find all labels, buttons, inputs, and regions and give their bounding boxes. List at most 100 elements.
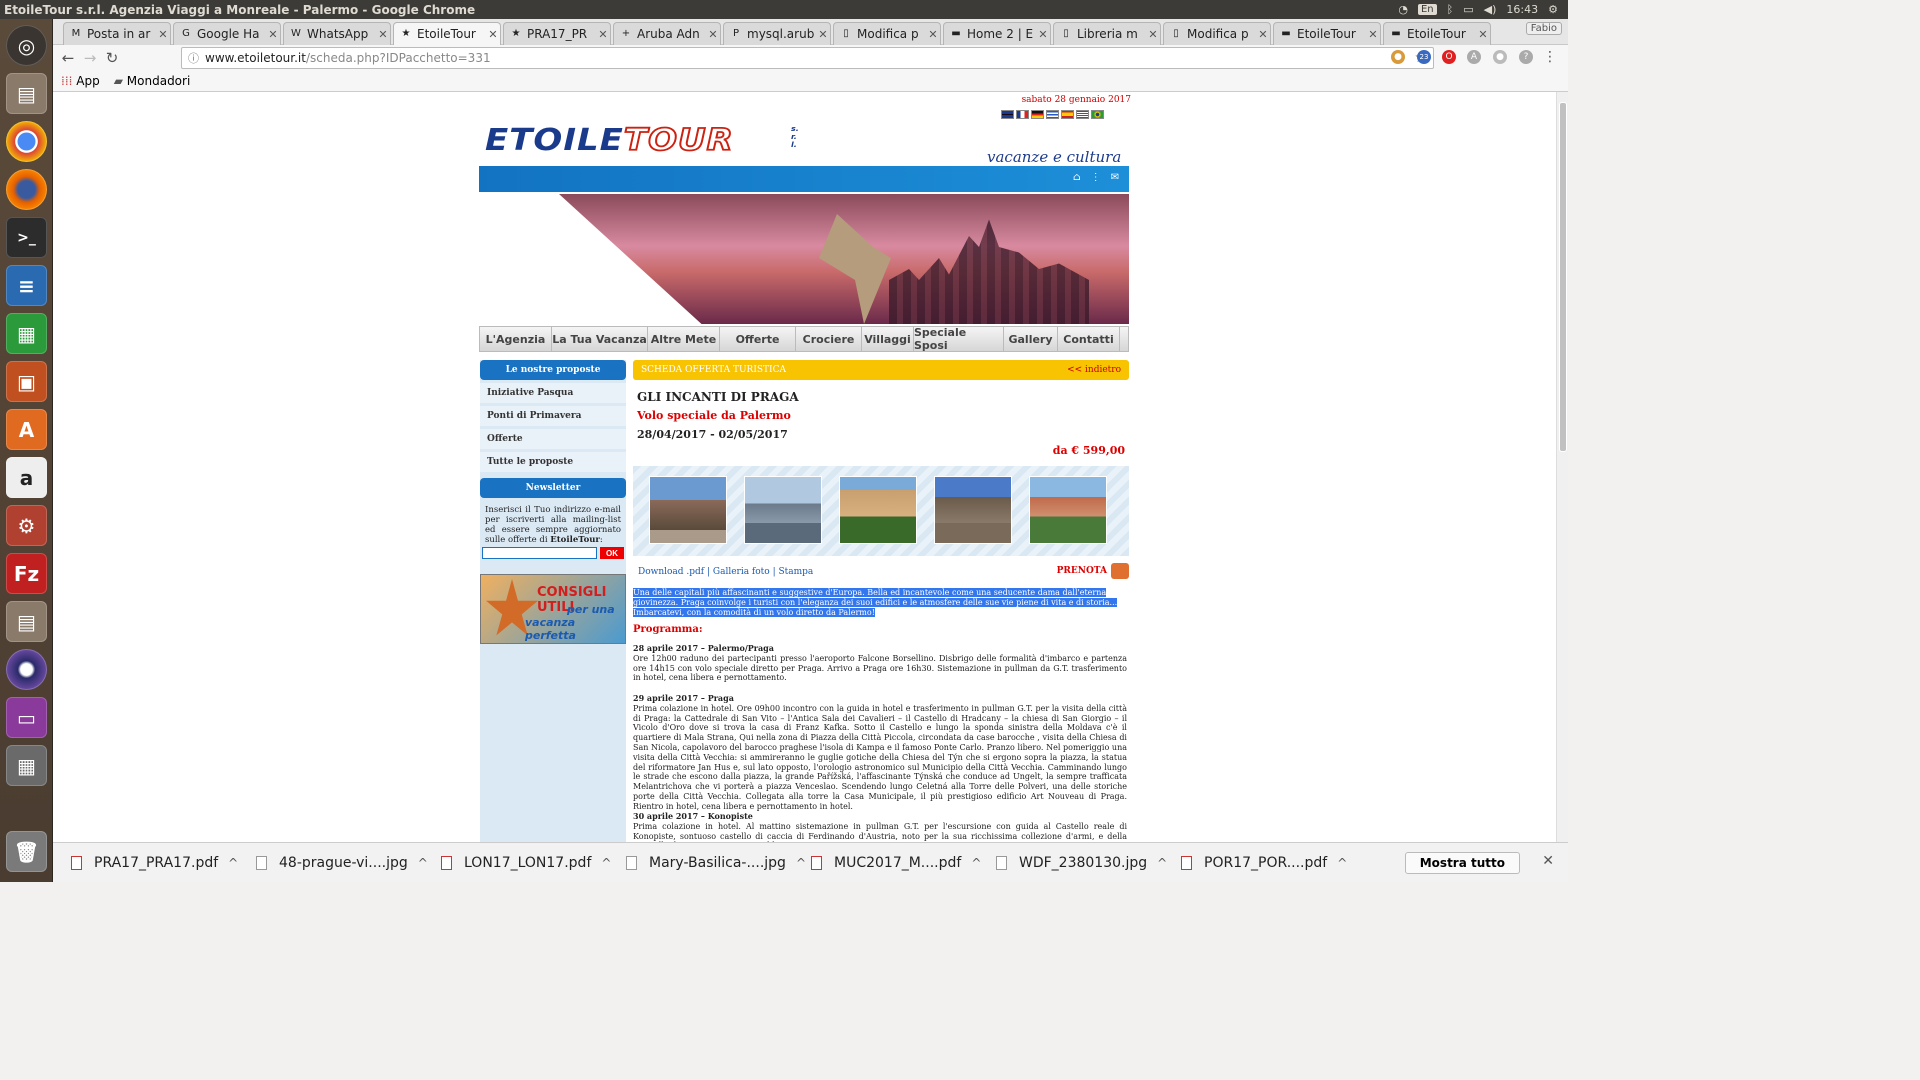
prenota-button[interactable]: PRENOTA — [1057, 563, 1129, 579]
mondadori-folder-bookmark[interactable]: ▰ Mondadori — [114, 74, 191, 88]
amazon-icon[interactable]: a — [6, 457, 47, 498]
writer-icon[interactable]: ≡ — [6, 265, 47, 306]
browser-tab[interactable]: ▯ Libreria m ✕ — [1053, 22, 1161, 45]
close-icon[interactable]: ✕ — [1542, 853, 1554, 869]
browser-tab[interactable]: ▬ Home 2 | E ✕ — [943, 22, 1051, 45]
browser-tab[interactable]: ▬ EtoileTour ✕ — [1383, 22, 1491, 45]
email-extension-icon[interactable]: 23 — [1417, 50, 1431, 64]
newsletter-email-input[interactable] — [482, 547, 597, 559]
sidebar-link[interactable]: Tutte le proposte — [480, 452, 626, 472]
gallery-thumb-cesky-krumlov[interactable] — [1029, 476, 1107, 544]
reload-icon[interactable]: ↻ — [101, 49, 123, 67]
firefox-icon[interactable] — [6, 169, 47, 210]
chevron-up-icon[interactable]: ^ — [1337, 856, 1347, 870]
power-gear-icon[interactable]: ⚙ — [1548, 3, 1558, 16]
files-icon[interactable]: ▤ — [6, 73, 47, 114]
offer-links[interactable]: Download .pdf | Galleria foto | Stampa — [638, 567, 813, 577]
download-item[interactable]: POR17_POR....pdf ^ — [1181, 843, 1347, 883]
browser-tab[interactable]: ▯ Modifica p ✕ — [1163, 22, 1271, 45]
spain-flag-icon[interactable] — [1061, 110, 1074, 119]
tab-close-icon[interactable]: ✕ — [486, 28, 500, 41]
battery-icon[interactable]: ▭ — [1463, 3, 1473, 16]
tab-close-icon[interactable]: ✕ — [1366, 28, 1380, 41]
nav-item[interactable]: Speciale Sposi — [914, 326, 1004, 352]
browser-tab[interactable]: ★ PRA17_PR ✕ — [503, 22, 611, 45]
newsletter-ok-button[interactable]: OK — [600, 547, 624, 559]
back-arrow-icon[interactable]: ← — [57, 49, 79, 67]
gallery-thumb-old-town[interactable] — [649, 476, 727, 544]
tab-close-icon[interactable]: ✕ — [266, 28, 280, 41]
gallery-thumb-castle[interactable] — [839, 476, 917, 544]
grey-extension-icon[interactable]: ● — [1493, 50, 1507, 64]
cookie-extension-icon[interactable]: ● — [1391, 50, 1405, 64]
browser-tab[interactable]: Pmysql.arub ✕ — [723, 22, 831, 45]
sidebar-link[interactable]: Ponti di Primavera — [480, 406, 626, 426]
tab-close-icon[interactable]: ✕ — [1036, 28, 1050, 41]
chevron-up-icon[interactable]: ^ — [228, 856, 238, 870]
trash-icon[interactable]: 🗑 — [6, 831, 47, 872]
show-all-downloads-button[interactable]: Mostra tutto — [1404, 852, 1520, 874]
browser-tab[interactable]: ★ EtoileTour ✕ — [393, 22, 501, 45]
nav-item[interactable]: L'Agenzia — [480, 327, 552, 351]
address-bar[interactable]: ⓘ www.etoiletour.it/scheda.php?IDPacchet… — [181, 47, 1434, 69]
page-scrollbar[interactable] — [1556, 92, 1568, 842]
chevron-up-icon[interactable]: ^ — [796, 856, 806, 870]
nav-item[interactable]: Altre Mete — [648, 327, 720, 351]
chrome-icon[interactable] — [6, 121, 47, 162]
info-icon[interactable]: ⓘ — [188, 50, 199, 66]
nav-item[interactable]: Crociere — [796, 327, 862, 351]
download-item[interactable]: MUC2017_M....pdf ^ — [811, 843, 981, 883]
germany-flag-icon[interactable] — [1031, 110, 1044, 119]
site-logo[interactable]: ETOILETOUR s. r. l. — [485, 121, 799, 159]
tab-close-icon[interactable]: ✕ — [1256, 28, 1270, 41]
wifi-icon[interactable]: ◔ — [1398, 3, 1408, 16]
tab-close-icon[interactable]: ✕ — [376, 28, 390, 41]
gallery-thumb-cathedral[interactable] — [934, 476, 1012, 544]
purple-app-icon[interactable]: ▭ — [6, 697, 47, 738]
nav-item[interactable]: Offerte — [720, 327, 796, 351]
tab-close-icon[interactable]: ✕ — [816, 28, 830, 41]
download-item[interactable]: WDF_2380130.jpg ^ — [996, 843, 1167, 883]
files-drawer-icon[interactable]: ▤ — [6, 601, 47, 642]
home-icon[interactable]: ⌂ — [1073, 172, 1081, 183]
download-item[interactable]: LON17_LON17.pdf ^ — [441, 843, 611, 883]
gallery-thumb-bridge[interactable] — [744, 476, 822, 544]
volume-icon[interactable]: ◀) — [1484, 3, 1497, 16]
nav-item[interactable]: Villaggi — [862, 327, 914, 351]
nav-item[interactable]: Gallery — [1004, 327, 1058, 351]
opera-extension-icon[interactable]: O — [1442, 50, 1456, 64]
sidebar-link[interactable]: Offerte — [480, 429, 626, 449]
apps-bookmark[interactable]: ⁞⁞⁞ App — [61, 74, 100, 88]
usa-flag-icon[interactable] — [1076, 110, 1089, 119]
system-settings-icon[interactable]: ⚙ — [6, 505, 47, 546]
browser-tab[interactable]: W WhatsApp ✕ — [283, 22, 391, 45]
back-link[interactable]: << indietro — [1067, 365, 1121, 375]
forward-arrow-icon[interactable]: → — [79, 49, 101, 67]
menu-dots-icon[interactable]: ⋮ — [1543, 50, 1557, 64]
grey-extension-2-icon[interactable]: ? — [1519, 50, 1533, 64]
greece-flag-icon[interactable] — [1046, 110, 1059, 119]
browser-tab[interactable]: M Posta in ar ✕ — [63, 22, 171, 45]
tab-close-icon[interactable]: ✕ — [1146, 28, 1160, 41]
browser-tab[interactable]: ▬ EtoileTour ✕ — [1273, 22, 1381, 45]
download-item[interactable]: PRA17_PRA17.pdf ^ — [71, 843, 238, 883]
tab-close-icon[interactable]: ✕ — [706, 28, 720, 41]
workspace-switcher-icon[interactable]: ▦ — [6, 745, 47, 786]
ubuntu-dash-icon[interactable]: ◎ — [6, 25, 47, 66]
uk-flag-icon[interactable] — [1001, 110, 1014, 119]
sidebar-link[interactable]: Iniziative Pasqua — [480, 383, 626, 403]
tab-close-icon[interactable]: ✕ — [156, 28, 170, 41]
consigli-utili-banner[interactable]: CONSIGLI UTILI per una vacanza perfetta — [480, 574, 626, 644]
keyboard-layout-indicator[interactable]: En — [1417, 4, 1437, 15]
tab-close-icon[interactable]: ✕ — [596, 28, 610, 41]
tab-close-icon[interactable]: ✕ — [1476, 28, 1490, 41]
browser-tab[interactable]: G Google Ha ✕ — [173, 22, 281, 45]
profile-button[interactable]: Fabio — [1525, 22, 1562, 35]
nav-item[interactable]: La Tua Vacanza — [552, 327, 648, 351]
chevron-up-icon[interactable]: ^ — [418, 856, 428, 870]
browser-tab[interactable]: + Aruba Adn ✕ — [613, 22, 721, 45]
clock[interactable]: 16:43 — [1506, 3, 1538, 16]
filezilla-icon[interactable]: Fz — [6, 553, 47, 594]
tab-close-icon[interactable]: ✕ — [926, 28, 940, 41]
terminal-icon[interactable]: >_ — [6, 217, 47, 258]
